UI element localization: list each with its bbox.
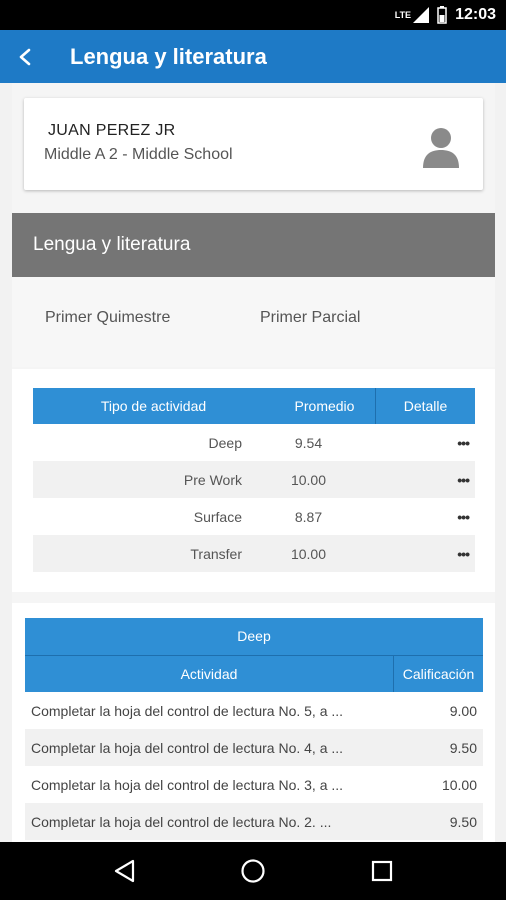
row-calificacion: 9.50: [449, 813, 477, 830]
detail-panel: Deep Actividad Calificación Completar la…: [12, 603, 495, 842]
lte-label: LTE: [394, 10, 412, 20]
table-row: Transfer 10.00 •••: [33, 535, 475, 572]
row-actividad: Completar la hoja del control de lectura…: [31, 739, 344, 756]
period-selector: Primer Quimestre Primer Parcial: [12, 277, 495, 367]
battery-icon: [437, 6, 447, 24]
row-tipo: Pre Work: [183, 471, 242, 488]
quimestre-selector[interactable]: Primer Quimestre: [45, 309, 170, 327]
row-actividad: Completar la hoja del control de lectura…: [31, 776, 344, 793]
table-row[interactable]: Completar la hoja del control de lectura…: [25, 692, 483, 729]
row-promedio: 8.87: [294, 508, 323, 525]
person-icon: [423, 128, 459, 168]
detail-header-row: Actividad Calificación: [25, 655, 483, 692]
row-calificacion: 9.50: [449, 739, 477, 756]
table-row: Pre Work 10.00 •••: [33, 461, 475, 498]
detail-title: Deep: [25, 618, 483, 655]
summary-table: Tipo de actividad Promedio Detalle Deep …: [33, 388, 475, 572]
header-promedio: Promedio: [294, 398, 355, 414]
header-tipo: Tipo de actividad: [100, 398, 207, 414]
clock: 12:03: [455, 6, 496, 23]
system-nav-bar: [0, 842, 506, 900]
parcial-selector[interactable]: Primer Parcial: [260, 309, 360, 327]
nav-home-icon: [241, 859, 265, 883]
status-bar: LTE 12:03: [0, 0, 506, 30]
subject-title: Lengua y literatura: [33, 234, 191, 255]
app-bar: Lengua y literatura: [0, 30, 506, 83]
nav-recents-button[interactable]: [362, 851, 402, 891]
student-class: Middle A 2 - Middle School: [44, 146, 233, 163]
header-actividad: Actividad: [180, 666, 238, 682]
lte-signal-icon: LTE: [394, 7, 430, 23]
table-row[interactable]: Completar la hoja del control de lectura…: [25, 729, 483, 766]
table-row: Deep 9.54 •••: [33, 424, 475, 461]
nav-back-icon: [115, 859, 135, 883]
table-row[interactable]: Completar la hoja del control de lectura…: [25, 803, 483, 840]
student-card[interactable]: JUAN PEREZ JR Middle A 2 - Middle School: [24, 98, 483, 190]
summary-panel: Tipo de actividad Promedio Detalle Deep …: [12, 369, 495, 592]
nav-home-button[interactable]: [233, 851, 273, 891]
table-row[interactable]: Completar la hoja del control de lectura…: [25, 766, 483, 803]
row-tipo: Surface: [193, 508, 242, 525]
row-promedio: 10.00: [290, 471, 327, 488]
row-calificacion: 9.00: [449, 702, 477, 719]
summary-header-row: Tipo de actividad Promedio Detalle: [33, 388, 475, 424]
row-actividad: Completar la hoja del control de lectura…: [31, 702, 344, 719]
subject-header: Lengua y literatura: [12, 213, 495, 277]
student-name: JUAN PEREZ JR: [48, 122, 176, 139]
more-icon[interactable]: •••: [375, 435, 475, 451]
row-calificacion: 10.00: [441, 776, 477, 793]
more-icon[interactable]: •••: [375, 509, 475, 525]
row-tipo: Transfer: [190, 545, 242, 562]
content-area: JUAN PEREZ JR Middle A 2 - Middle School…: [12, 83, 495, 842]
more-icon[interactable]: •••: [375, 472, 475, 488]
page-title: Lengua y literatura: [70, 43, 267, 69]
nav-back-button[interactable]: [104, 851, 144, 891]
nav-recents-icon: [371, 860, 392, 882]
row-promedio: 10.00: [290, 545, 327, 562]
row-actividad: Completar la hoja del control de lectura…: [31, 813, 332, 830]
row-promedio: 9.54: [294, 434, 323, 451]
more-icon[interactable]: •••: [375, 546, 475, 562]
detail-table: Deep Actividad Calificación Completar la…: [25, 618, 483, 840]
table-row: Surface 8.87 •••: [33, 498, 475, 535]
row-tipo: Deep: [208, 434, 242, 451]
header-detalle: Detalle: [375, 388, 475, 424]
header-calificacion: Calificación: [393, 656, 483, 692]
arrow-left-icon: [19, 48, 31, 65]
back-button[interactable]: [0, 30, 52, 83]
